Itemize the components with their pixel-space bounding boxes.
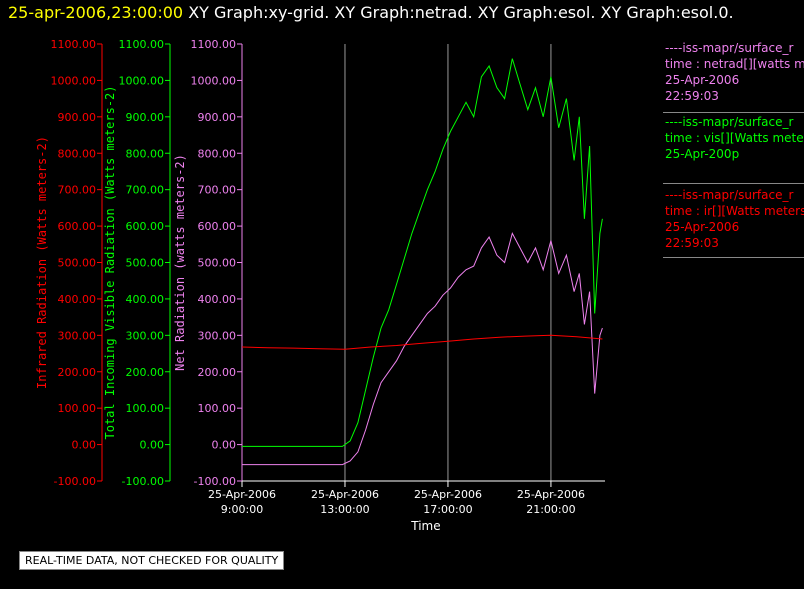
x-tick-label-time: 21:00:00 <box>526 503 575 516</box>
legend-vis-line-2: 25-Apr-200p <box>665 147 740 161</box>
legend-ir-line-1: time : ir[][Watts meters <box>665 204 804 218</box>
y-tick-label-netrad: 1000.00 <box>191 74 237 87</box>
y-tick-label-netrad: -100.00 <box>194 475 236 488</box>
legend-netrad-line-1: time : netrad[][watts m <box>665 57 804 71</box>
legend-divider <box>663 257 804 258</box>
legend-netrad-line-0: ----iss-mapr/surface_r <box>665 41 794 55</box>
legend-netrad-line-2: 25-Apr-2006 <box>665 73 740 87</box>
y-tick-label-netrad: 200.00 <box>198 366 237 379</box>
y-tick-label-netrad: 800.00 <box>198 147 237 160</box>
y-tick-label-vis: 900.00 <box>126 111 165 124</box>
y-axis-label-vis: Total Incoming Visible Radiation (Watts … <box>103 85 117 439</box>
x-tick-label-time: 13:00:00 <box>320 503 369 516</box>
y-tick-label-ir: 500.00 <box>58 257 97 270</box>
legend-ir-line-0: ----iss-mapr/surface_r <box>665 188 794 202</box>
legend-vis-line-1: time : vis[][Watts meter <box>665 131 804 145</box>
y-tick-label-netrad: 100.00 <box>198 402 237 415</box>
legend-ir-line-2: 25-Apr-2006 <box>665 220 740 234</box>
y-tick-label-ir: 400.00 <box>58 293 97 306</box>
y-tick-label-ir: 200.00 <box>58 366 97 379</box>
y-tick-label-vis: 700.00 <box>126 184 165 197</box>
y-tick-label-ir: 700.00 <box>58 184 97 197</box>
quality-disclaimer: REAL-TIME DATA, NOT CHECKED FOR QUALITY <box>19 551 285 570</box>
y-tick-label-ir: 0.00 <box>72 439 97 452</box>
y-tick-label-netrad: 600.00 <box>198 220 237 233</box>
x-tick-label-time: 17:00:00 <box>423 503 472 516</box>
y-tick-label-netrad: 900.00 <box>198 111 237 124</box>
y-tick-label-vis: 1000.00 <box>119 74 165 87</box>
y-tick-label-vis: 500.00 <box>126 257 165 270</box>
y-tick-label-netrad: 1100.00 <box>191 38 237 51</box>
y-tick-label-vis: 600.00 <box>126 220 165 233</box>
y-tick-label-vis: 100.00 <box>126 402 165 415</box>
y-tick-label-vis: 0.00 <box>140 439 165 452</box>
y-tick-label-ir: -100.00 <box>54 475 96 488</box>
x-tick-label-time: 9:00:00 <box>221 503 263 516</box>
legend-vis: ----iss-mapr/surface_r time : vis[][Watt… <box>665 114 804 162</box>
y-tick-label-vis: 400.00 <box>126 293 165 306</box>
y-axis-label-netrad: Net Radiation (watts meters-2) <box>173 154 187 371</box>
y-tick-label-netrad: 300.00 <box>198 329 237 342</box>
series-line-netrad <box>242 232 603 466</box>
y-axis-label-ir: Infrared Radiation (Watts meters-2) <box>35 136 49 389</box>
y-tick-label-netrad: 0.00 <box>212 439 237 452</box>
y-tick-label-vis: -100.00 <box>122 475 164 488</box>
y-tick-label-ir: 1000.00 <box>51 74 97 87</box>
series-line-vis <box>242 58 603 447</box>
series-line-ir <box>241 334 603 350</box>
y-tick-label-ir: 900.00 <box>58 111 97 124</box>
legend-ir-line-3: 22:59:03 <box>665 236 719 250</box>
y-tick-label-ir: 800.00 <box>58 147 97 160</box>
y-tick-label-vis: 300.00 <box>126 329 165 342</box>
y-tick-label-netrad: 500.00 <box>198 257 237 270</box>
y-tick-label-vis: 200.00 <box>126 366 165 379</box>
legend-ir: ----iss-mapr/surface_r time : ir[][Watts… <box>665 187 804 251</box>
x-tick-label-date: 25-Apr-2006 <box>208 488 276 501</box>
legend-netrad: ----iss-mapr/surface_r time : netrad[][w… <box>665 40 804 104</box>
x-tick-label-date: 25-Apr-2006 <box>414 488 482 501</box>
legend-vis-line-0: ----iss-mapr/surface_r <box>665 115 794 129</box>
y-tick-label-ir: 1100.00 <box>51 38 97 51</box>
legend-netrad-line-3: 22:59:03 <box>665 89 719 103</box>
legend-divider <box>663 112 804 113</box>
y-tick-label-vis: 800.00 <box>126 147 165 160</box>
y-tick-label-ir: 300.00 <box>58 329 97 342</box>
y-tick-label-netrad: 700.00 <box>198 184 237 197</box>
x-axis-label: Time <box>410 519 440 533</box>
y-tick-label-ir: 600.00 <box>58 220 97 233</box>
x-tick-label-date: 25-Apr-2006 <box>311 488 379 501</box>
y-tick-label-netrad: 400.00 <box>198 293 237 306</box>
legend-divider <box>663 183 804 184</box>
y-tick-label-ir: 100.00 <box>58 402 97 415</box>
x-tick-label-date: 25-Apr-2006 <box>517 488 585 501</box>
y-tick-label-vis: 1100.00 <box>119 38 165 51</box>
